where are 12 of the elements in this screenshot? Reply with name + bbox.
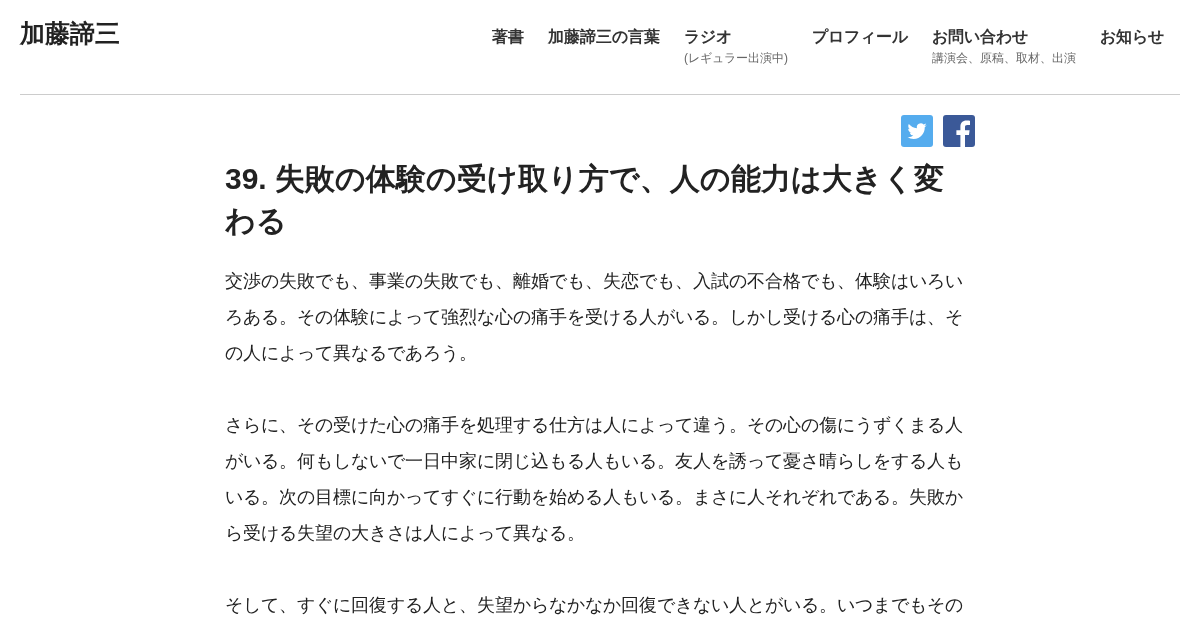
nav-link[interactable]: プロフィール	[812, 25, 908, 49]
article-title: 39. 失敗の体験の受け取り方で、人の能力は大きく変わる	[225, 161, 946, 239]
paragraph: そして、すぐに回復する人と、失望からなかなか回復できない人とがいる。いつまでもその	[225, 594, 964, 617]
nav-link[interactable]: お知らせ	[1100, 25, 1164, 49]
paragraph: 交渉の失敗でも、事業の失敗でも、離婚でも、失恋でも、入試の不合格でも、体験はいろいろある。その体験によって強烈な心の痛手を受ける人がいる。しかし受ける心の痛手は、その人によって異なるであろう。	[225, 270, 964, 365]
nav-link[interactable]: お問い合わせ 講演会、原稿、取材、出演	[932, 25, 1076, 66]
paragraph: さらに、その受けた心の痛手を処理する仕方は人によって違う。その心の傷にうずくまる人がいる。何もしないで一日中家に閉じ込もる人もいる。友人を誘って憂さ晴らしをする人もいる。次の目標に向かってすぐに行動を始める人もいる。まさに人それぞれである。失敗から受ける失望の大きさは人によって異なる。	[225, 414, 964, 545]
f-logo-icon[interactable]	[943, 115, 975, 147]
nav-link[interactable]: 著書	[492, 25, 524, 49]
site-title[interactable]: 加藤諦三	[20, 18, 120, 48]
nav-link[interactable]: 加藤諦三の言葉	[548, 25, 660, 49]
nav-link[interactable]: ラジオ (レギュラー出演中)	[684, 25, 788, 66]
